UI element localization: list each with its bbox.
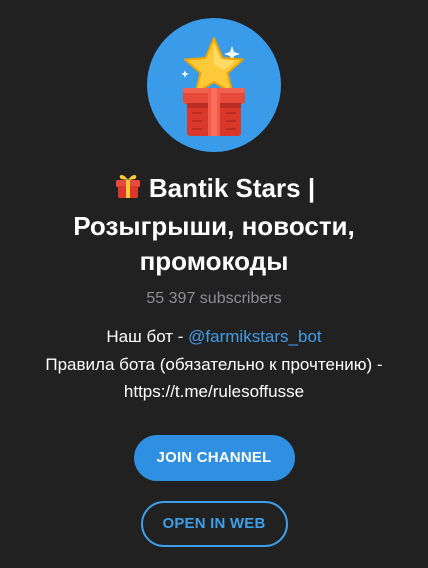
- subscriber-count: 55 397 subscribers: [146, 290, 282, 307]
- bot-link[interactable]: @farmikstars_bot: [188, 327, 321, 346]
- channel-description: Наш бот - @farmikstars_bot Правила бота …: [14, 323, 414, 406]
- description-line-1: Наш бот - @farmikstars_bot: [14, 323, 414, 351]
- channel-preview-card: Bantik Stars | Розыгрыши, новости, промо…: [0, 0, 428, 568]
- open-in-web-button[interactable]: OPEN IN WEB: [140, 500, 288, 547]
- channel-title: Bantik Stars | Розыгрыши, новости, промо…: [34, 170, 394, 279]
- rules-link[interactable]: https://t.me/rulesoffusse: [14, 378, 414, 406]
- join-channel-button[interactable]: JOIN CHANNEL: [133, 434, 295, 481]
- description-line-2: Правила бота (обязательно к прочтению) -: [45, 354, 383, 374]
- star-gift-box-icon: [181, 37, 245, 136]
- description-bot-prefix: Наш бот -: [106, 327, 189, 346]
- wrapped-gift-emoji-icon: [113, 170, 143, 209]
- channel-avatar: [147, 18, 281, 152]
